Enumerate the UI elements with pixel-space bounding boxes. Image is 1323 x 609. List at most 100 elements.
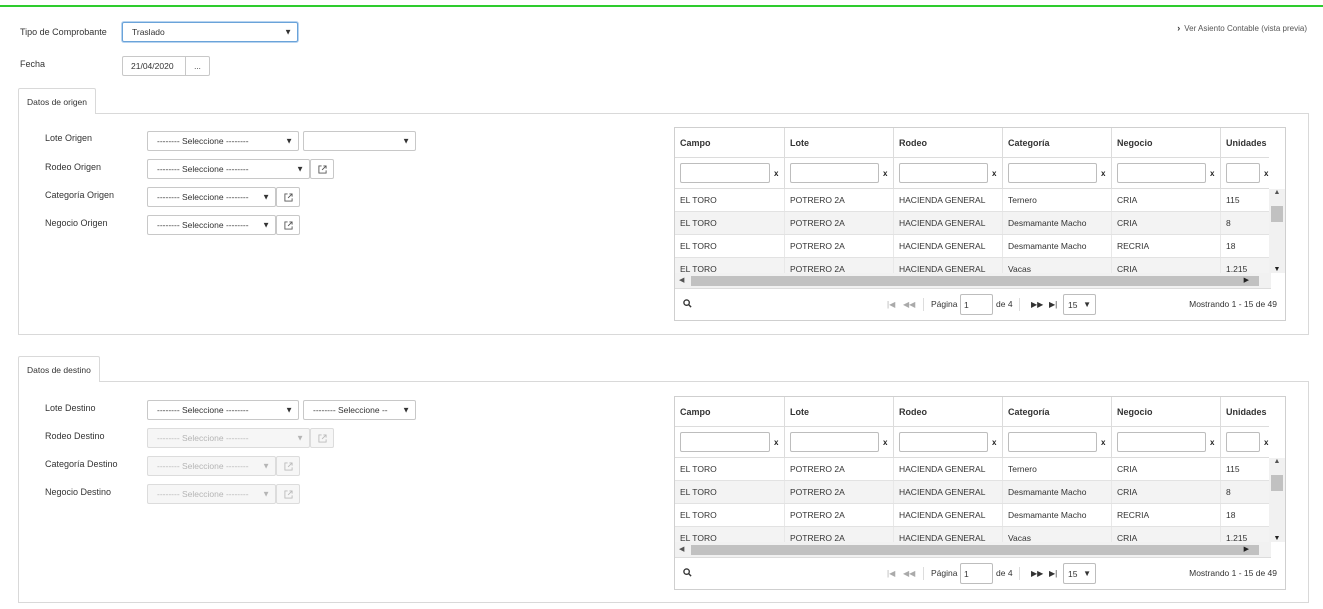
scroll-up-icon[interactable]: ▲ — [1269, 189, 1285, 196]
table-cell: POTRERO 2A — [785, 235, 894, 257]
filter-clear-button[interactable]: x — [1101, 169, 1105, 178]
column-header[interactable]: Rodeo — [894, 128, 1003, 158]
grid-pager: |◀ ◀◀ Página 1 de 4 ▶▶ ▶| 15 ▼ Mostrando 1 - 15 d… — [675, 289, 1285, 320]
column-header[interactable]: Categoría — [1003, 397, 1112, 427]
next-page-icon[interactable]: ▶▶ — [1031, 300, 1043, 309]
vertical-scrollbar[interactable]: ▲ ▼ — [1269, 458, 1285, 542]
scroll-left-icon[interactable]: ◀ — [679, 276, 684, 284]
filter-input[interactable] — [1226, 163, 1260, 183]
filter-input[interactable] — [790, 163, 879, 183]
rodeo-destino-open-button — [310, 428, 334, 448]
table-cell: POTRERO 2A — [785, 212, 894, 234]
filter-clear-button[interactable]: x — [1101, 438, 1105, 447]
table-cell: Desmamante Macho — [1003, 481, 1112, 503]
negocio-origen-open-button[interactable] — [276, 215, 300, 235]
next-page-icon[interactable]: ▶▶ — [1031, 569, 1043, 578]
column-header[interactable]: Campo — [675, 128, 785, 158]
table-row[interactable]: EL TORO POTRERO 2A HACIENDA GENERAL Vacas CR… — [675, 258, 1271, 273]
scroll-thumb[interactable] — [691, 276, 1259, 286]
column-header[interactable]: Negocio — [1112, 128, 1221, 158]
fecha-picker-button[interactable]: ... — [186, 56, 210, 76]
table-row[interactable]: EL TORO POTRERO 2A HACIENDA GENERAL Ternero… — [675, 458, 1271, 481]
column-header[interactable]: Unidades — [1221, 128, 1271, 158]
scroll-right-icon[interactable]: ▶ — [1244, 545, 1249, 553]
origen-grid: Campo Lote Rodeo Categoría Negocio Unidades x x… — [674, 127, 1286, 321]
filter-clear-button[interactable]: x — [883, 169, 887, 178]
negocio-origen-select[interactable]: -------- Seleccione -------- ▼ — [147, 215, 276, 235]
filter-clear-button[interactable]: x — [1210, 438, 1214, 447]
rodeo-origen-select[interactable]: -------- Seleccione -------- ▼ — [147, 159, 310, 179]
vertical-scrollbar[interactable]: ▲ ▼ — [1269, 189, 1285, 273]
tab-datos-destino[interactable]: Datos de destino — [18, 356, 100, 382]
filter-clear-button[interactable]: x — [992, 169, 996, 178]
horizontal-scrollbar[interactable]: ◀ ▶ — [675, 273, 1271, 289]
table-cell: HACIENDA GENERAL — [894, 458, 1003, 480]
scroll-up-icon[interactable]: ▲ — [1269, 458, 1285, 465]
categoria-origen-select[interactable]: -------- Seleccione -------- ▼ — [147, 187, 276, 207]
last-page-icon[interactable]: ▶| — [1049, 300, 1057, 309]
table-row[interactable]: EL TORO POTRERO 2A HACIENDA GENERAL Desmama… — [675, 235, 1271, 258]
filter-input[interactable] — [790, 432, 879, 452]
page-input[interactable]: 1 — [960, 563, 993, 584]
filter-clear-button[interactable]: x — [883, 438, 887, 447]
horizontal-scrollbar[interactable]: ◀ ▶ — [675, 542, 1271, 558]
column-header[interactable]: Unidades — [1221, 397, 1271, 427]
categoria-origen-open-button[interactable] — [276, 187, 300, 207]
filter-clear-button[interactable]: x — [1264, 438, 1268, 447]
filter-input[interactable] — [899, 432, 988, 452]
column-header[interactable]: Categoría — [1003, 128, 1112, 158]
filter-clear-button[interactable]: x — [774, 438, 778, 447]
scroll-left-icon[interactable]: ◀ — [679, 545, 684, 553]
tab-datos-origen[interactable]: Datos de origen — [18, 88, 97, 114]
scroll-thumb[interactable] — [691, 545, 1259, 555]
filter-input[interactable] — [1117, 432, 1206, 452]
scroll-down-icon[interactable]: ▼ — [1269, 266, 1285, 273]
scroll-thumb[interactable] — [1271, 475, 1283, 491]
table-cell: EL TORO — [675, 458, 785, 480]
filter-input[interactable] — [1226, 432, 1260, 452]
lote-destino-select[interactable]: -------- Seleccione -------- ▼ — [147, 400, 299, 420]
page-size-select[interactable]: 15 ▼ — [1063, 563, 1096, 584]
column-header[interactable]: Negocio — [1112, 397, 1221, 427]
scroll-right-icon[interactable]: ▶ — [1244, 276, 1249, 284]
filter-clear-button[interactable]: x — [1264, 169, 1268, 178]
filter-input[interactable] — [1008, 432, 1097, 452]
last-page-icon[interactable]: ▶| — [1049, 569, 1057, 578]
filter-input[interactable] — [680, 163, 770, 183]
page-size-select[interactable]: 15 ▼ — [1063, 294, 1096, 315]
filter-input[interactable] — [1008, 163, 1097, 183]
negocio-destino-label: Negocio Destino — [45, 487, 112, 497]
column-header[interactable]: Campo — [675, 397, 785, 427]
lote-destino-sub-select[interactable]: -------- Seleccione -- ▼ — [303, 400, 416, 420]
fecha-input[interactable]: 21/04/2020 — [122, 56, 186, 76]
prev-page-icon[interactable]: ◀◀ — [903, 300, 915, 309]
first-page-icon[interactable]: |◀ — [887, 300, 895, 309]
table-row[interactable]: EL TORO POTRERO 2A HACIENDA GENERAL Desmama… — [675, 504, 1271, 527]
tipo-comprobante-select[interactable]: Traslado ▼ — [122, 22, 298, 42]
filter-input[interactable] — [680, 432, 770, 452]
filter-clear-button[interactable]: x — [992, 438, 996, 447]
table-row[interactable]: EL TORO POTRERO 2A HACIENDA GENERAL Ternero… — [675, 189, 1271, 212]
filter-clear-button[interactable]: x — [1210, 169, 1214, 178]
table-row[interactable]: EL TORO POTRERO 2A HACIENDA GENERAL Desmama… — [675, 212, 1271, 235]
table-row[interactable]: EL TORO POTRERO 2A HACIENDA GENERAL Desmama… — [675, 481, 1271, 504]
first-page-icon[interactable]: |◀ — [887, 569, 895, 578]
rodeo-origen-open-button[interactable] — [310, 159, 334, 179]
table-row[interactable]: EL TORO POTRERO 2A HACIENDA GENERAL Vacas CR… — [675, 527, 1271, 542]
lote-origen-sub-select[interactable]: ▼ — [303, 131, 416, 151]
lote-origen-select[interactable]: -------- Seleccione -------- ▼ — [147, 131, 299, 151]
page-input[interactable]: 1 — [960, 294, 993, 315]
column-header[interactable]: Lote — [785, 128, 894, 158]
search-icon[interactable] — [683, 568, 692, 579]
search-icon[interactable] — [683, 299, 692, 310]
scroll-thumb[interactable] — [1271, 206, 1283, 222]
scroll-down-icon[interactable]: ▼ — [1269, 535, 1285, 542]
ver-asiento-link[interactable]: › Ver Asiento Contable (vista previa) — [1177, 23, 1307, 33]
filter-input[interactable] — [1117, 163, 1206, 183]
column-header[interactable]: Lote — [785, 397, 894, 427]
prev-page-icon[interactable]: ◀◀ — [903, 569, 915, 578]
filter-clear-button[interactable]: x — [774, 169, 778, 178]
filter-input[interactable] — [899, 163, 988, 183]
column-header[interactable]: Rodeo — [894, 397, 1003, 427]
categoria-destino-open-button — [276, 456, 300, 476]
